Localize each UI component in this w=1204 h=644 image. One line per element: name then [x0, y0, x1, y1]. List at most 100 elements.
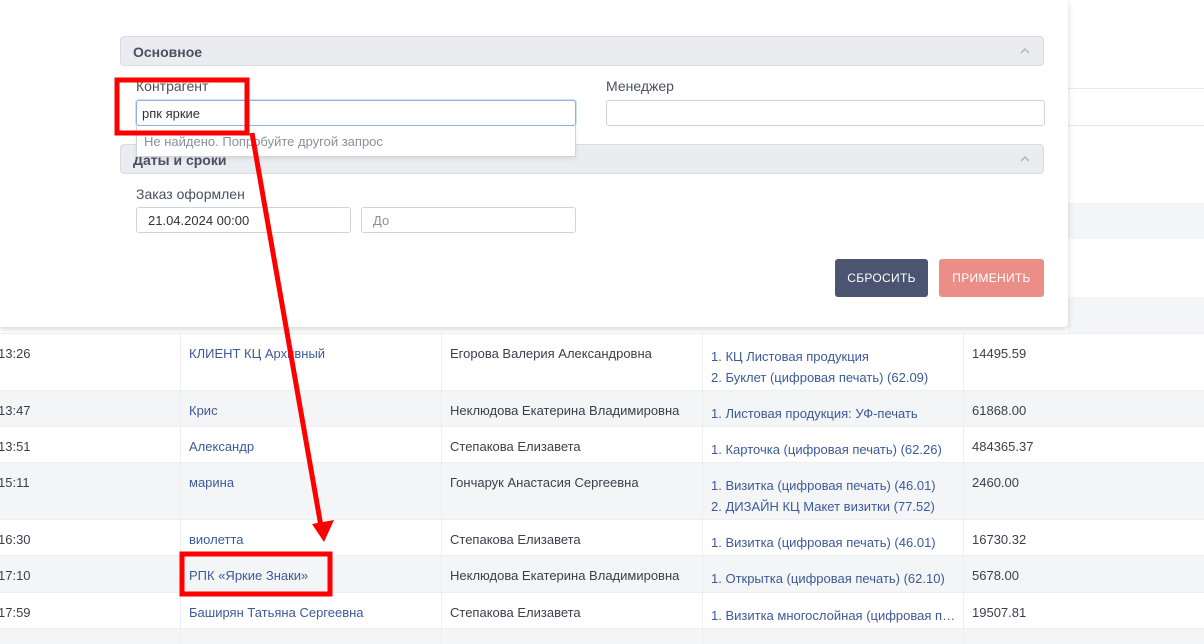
item-link[interactable]: 2. Буклет (цифровая печать) (62.09) — [711, 367, 928, 388]
sum-cell: 19507.81 — [964, 593, 1204, 629]
client-cell: КЛИЕНТ КЦ Архивный — [181, 334, 442, 391]
order-sum: 61868.00 — [972, 403, 1027, 418]
manager-name: Неклюдова Екатерина Владимировна — [450, 403, 680, 418]
client-cell: виолетта — [181, 520, 442, 556]
items-cell — [703, 629, 964, 644]
table-row[interactable]: 13:47 Крис Неклюдова Екатерина Владимиро… — [0, 390, 1204, 427]
client-cell: Баширян Татьяна Сергеевна — [181, 593, 442, 629]
sum-cell: 16730.32 — [964, 520, 1204, 556]
manager-cell: Степакова Елизавета — [442, 520, 703, 556]
table-row-stripe — [1068, 297, 1204, 333]
item-link[interactable]: 1. Открытка (цифровая печать) (62.10) — [711, 568, 945, 589]
no-results-message: Не найдено. Попробуйте другой запрос — [144, 134, 383, 149]
item-link[interactable]: 1. Карточка (цифровая печать) (62.26) — [711, 439, 942, 460]
sum-cell: 14495.59 — [964, 334, 1204, 391]
item-link[interactable]: 1. КЦ Листовая продукция — [711, 346, 928, 367]
chevron-up-icon[interactable] — [1019, 153, 1031, 165]
order-sum: 2460.00 — [972, 475, 1019, 490]
section-main-title: Основное — [133, 44, 203, 60]
items-cell: 1. Листовая продукция: УФ-печать — [703, 391, 964, 427]
manager-name: Степакова Елизавета — [450, 605, 581, 620]
manager-cell: Гончарук Анастасия Сергеевна — [442, 463, 703, 520]
manager-cell: Степакова Елизавета — [442, 593, 703, 629]
contractor-suggestions-dropdown: Не найдено. Попробуйте другой запрос — [136, 126, 576, 157]
order-time: 13:51 — [0, 439, 31, 454]
item-link[interactable]: 2. ДИЗАЙН КЦ Макет визитки (77.52) — [711, 496, 936, 517]
client-cell: Александр — [181, 427, 442, 463]
contractor-label: Контрагент — [136, 78, 209, 94]
client-link[interactable]: Крис — [189, 403, 218, 418]
manager-cell: Неклюдова Екатерина Владимировна — [442, 391, 703, 427]
table-divider — [1068, 125, 1204, 126]
sum-cell: 5678.00 — [964, 556, 1204, 593]
contractor-input[interactable] — [136, 100, 576, 126]
order-time: 15:11 — [0, 475, 30, 490]
item-link[interactable]: 1. Визитка (цифровая печать) (46.01) — [711, 532, 936, 553]
client-link[interactable]: марина — [189, 475, 234, 490]
reset-button[interactable]: СБРОСИТЬ — [835, 259, 928, 297]
order-time: 17:59 — [0, 605, 31, 620]
manager-cell: Неклюдова Екатерина Владимировна — [442, 556, 703, 593]
apply-button[interactable]: ПРИМЕНИТЬ — [939, 259, 1044, 297]
time-cell: 13:26 — [0, 334, 181, 391]
order-sum: 19507.81 — [972, 605, 1027, 620]
items-cell: 1. Открытка (цифровая печать) (62.10) — [703, 556, 964, 593]
time-cell — [0, 629, 181, 644]
time-cell: 13:47 — [0, 391, 181, 427]
table-row[interactable]: 13:26 КЛИЕНТ КЦ Архивный Егорова Валерия… — [0, 333, 1204, 391]
order-time: 13:26 — [0, 346, 31, 361]
order-sum: 14495.59 — [972, 346, 1027, 361]
manager-name: Неклюдова Екатерина Владимировна — [450, 568, 680, 583]
item-link[interactable]: 1. Визитка (цифровая печать) (46.01) — [711, 475, 936, 496]
client-link[interactable]: виолетта — [189, 532, 244, 547]
table-row[interactable]: 13:51 Александр Степакова Елизавета 1. К… — [0, 426, 1204, 463]
manager-cell — [442, 629, 703, 644]
manager-cell: Степакова Елизавета — [442, 427, 703, 463]
time-cell: 17:59 — [0, 593, 181, 629]
client-link[interactable]: Александр — [189, 439, 254, 454]
client-link[interactable]: КЛИЕНТ КЦ Архивный — [189, 346, 325, 361]
table-row[interactable]: 17:59 Баширян Татьяна Сергеевна Степаков… — [0, 592, 1204, 629]
manager-cell: Егорова Валерия Александровна — [442, 334, 703, 391]
items-cell: 1. КЦ Листовая продукция 2. Буклет (цифро… — [703, 334, 964, 391]
time-cell: 17:10 — [0, 556, 181, 593]
items-cell: 1. Визитка многослойная (цифровая печать… — [703, 593, 964, 629]
manager-name: Степакова Елизавета — [450, 439, 581, 454]
time-cell: 15:11 — [0, 463, 181, 520]
items-cell: 1. Карточка (цифровая печать) (62.26) — [703, 427, 964, 463]
client-cell — [181, 629, 442, 644]
manager-input[interactable] — [606, 100, 1045, 126]
order-date-label: Заказ оформлен — [136, 186, 245, 202]
table-row[interactable]: 16:30 виолетта Степакова Елизавета 1. Ви… — [0, 519, 1204, 556]
filter-panel: Основное Контрагент Менеджер Даты и срок… — [0, 0, 1068, 327]
client-link[interactable]: РПК «Яркие Знаки» — [189, 568, 308, 583]
item-link[interactable]: 1. Визитка многослойная (цифровая печать… — [711, 605, 956, 626]
order-time: 17:10 — [0, 568, 31, 583]
sum-cell: 61868.00 — [964, 391, 1204, 427]
client-cell: марина — [181, 463, 442, 520]
date-from-input[interactable] — [136, 207, 351, 233]
date-to-input[interactable] — [361, 207, 576, 233]
client-cell: РПК «Яркие Знаки» — [181, 556, 442, 593]
sum-cell — [964, 629, 1204, 644]
table-row[interactable]: 15:11 марина Гончарук Анастасия Сергеевн… — [0, 462, 1204, 520]
chevron-up-icon[interactable] — [1019, 45, 1031, 57]
items-cell: 1. Визитка (цифровая печать) (46.01) — [703, 520, 964, 556]
order-time: 16:30 — [0, 532, 31, 547]
items-cell: 1. Визитка (цифровая печать) (46.01) 2. Д… — [703, 463, 964, 520]
time-cell: 16:30 — [0, 520, 181, 556]
manager-name: Гончарук Анастасия Сергеевна — [450, 475, 639, 490]
table-row[interactable] — [0, 628, 1204, 644]
manager-name: Егорова Валерия Александровна — [450, 346, 652, 361]
sum-cell: 2460.00 — [964, 463, 1204, 520]
manager-name: Степакова Елизавета — [450, 532, 581, 547]
table-row[interactable]: 17:10 РПК «Яркие Знаки» Неклюдова Екатер… — [0, 555, 1204, 593]
manager-label: Менеджер — [606, 78, 674, 94]
order-sum: 484365.37 — [972, 439, 1034, 454]
order-sum: 16730.32 — [972, 532, 1027, 547]
item-link[interactable]: 1. Листовая продукция: УФ-печать — [711, 403, 918, 424]
client-cell: Крис — [181, 391, 442, 427]
client-link[interactable]: Баширян Татьяна Сергеевна — [189, 605, 364, 620]
section-main-header[interactable]: Основное — [120, 36, 1044, 66]
table-divider — [1068, 88, 1204, 89]
